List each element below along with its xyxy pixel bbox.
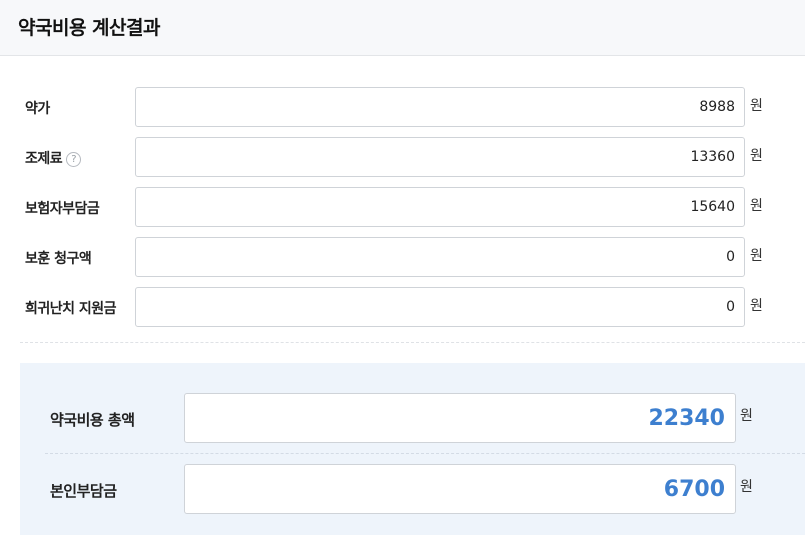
summary-row-copay: 본인부담금 원 — [20, 464, 805, 514]
veteran-claim-field[interactable] — [135, 237, 745, 277]
field-row-drug-price: 약가 원 — [0, 87, 805, 127]
copay-label: 본인부담금 — [50, 482, 117, 500]
veteran-claim-unit: 원 — [750, 248, 763, 264]
drug-price-label: 약가 — [25, 101, 50, 117]
page-title: 약국비용 계산결과 — [18, 17, 160, 39]
summary-row-total: 약국비용 총액 원 — [20, 393, 805, 443]
rare-disease-support-field[interactable] — [135, 287, 745, 327]
total-cost-field[interactable] — [184, 393, 736, 443]
section-divider — [20, 342, 805, 343]
copay-field[interactable] — [184, 464, 736, 514]
total-cost-label: 약국비용 총액 — [50, 411, 135, 429]
dispensing-fee-field[interactable] — [135, 137, 745, 177]
rare-disease-support-unit: 원 — [750, 298, 763, 314]
insurer-share-label: 보험자부담금 — [25, 201, 100, 217]
drug-price-field[interactable] — [135, 87, 745, 127]
insurer-share-unit: 원 — [750, 198, 763, 214]
copay-unit: 원 — [740, 479, 753, 495]
insurer-share-field[interactable] — [135, 187, 745, 227]
total-cost-unit: 원 — [740, 408, 753, 424]
dispensing-fee-label: 조제료? — [25, 148, 82, 168]
page-header: 약국비용 계산결과 — [0, 0, 805, 56]
summary-divider — [45, 453, 805, 454]
dispensing-fee-unit: 원 — [750, 148, 763, 164]
field-row-insurer-share: 보험자부담금 원 — [0, 187, 805, 227]
field-row-veteran-claim: 보훈 청구액 원 — [0, 237, 805, 277]
help-icon[interactable]: ? — [66, 152, 82, 167]
drug-price-unit: 원 — [750, 98, 763, 114]
summary-panel: 약국비용 총액 원 본인부담금 원 — [20, 363, 805, 535]
field-row-dispensing-fee: 조제료? 원 — [0, 137, 805, 177]
veteran-claim-label: 보훈 청구액 — [25, 251, 92, 267]
dispensing-fee-label-text: 조제료 — [25, 151, 63, 167]
field-row-rare-disease-support: 희귀난치 지원금 원 — [0, 287, 805, 327]
rare-disease-support-label: 희귀난치 지원금 — [25, 301, 117, 317]
